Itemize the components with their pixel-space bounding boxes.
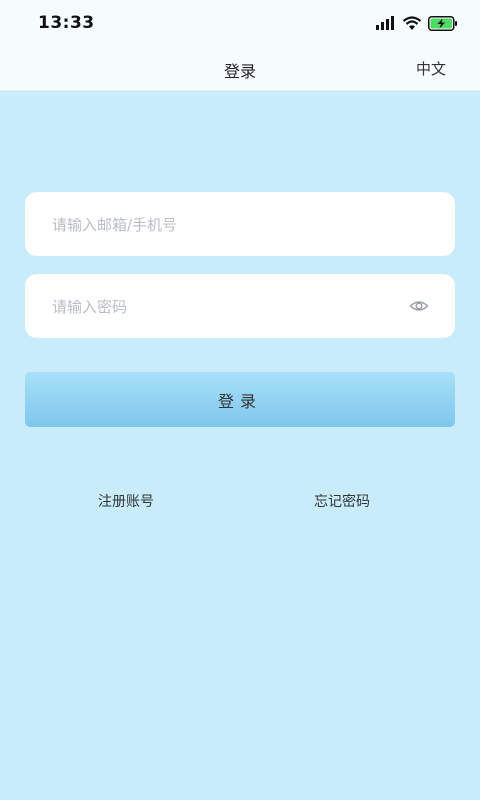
account-placeholder: 请输入邮箱/手机号 — [52, 215, 178, 234]
signal-icon — [376, 16, 394, 30]
battery-charging-icon — [428, 15, 457, 31]
forgot-password-link[interactable]: 忘记密码 — [314, 491, 370, 511]
page-title: 登录 — [223, 62, 256, 81]
top-bar: 13:33 登录 中文 — [0, 0, 480, 91]
status-icons — [376, 14, 458, 32]
wifi-icon — [402, 15, 422, 30]
login-button[interactable]: 登录 — [25, 372, 455, 427]
password-placeholder: 请输入密码 — [52, 297, 128, 316]
status-time: 13:33 — [38, 13, 95, 33]
eye-icon[interactable] — [409, 296, 429, 316]
account-field[interactable]: 请输入邮箱/手机号 — [25, 192, 455, 256]
password-field[interactable]: 请输入密码 — [25, 274, 455, 338]
language-switch[interactable]: 中文 — [416, 58, 446, 79]
register-link[interactable]: 注册账号 — [98, 491, 154, 511]
